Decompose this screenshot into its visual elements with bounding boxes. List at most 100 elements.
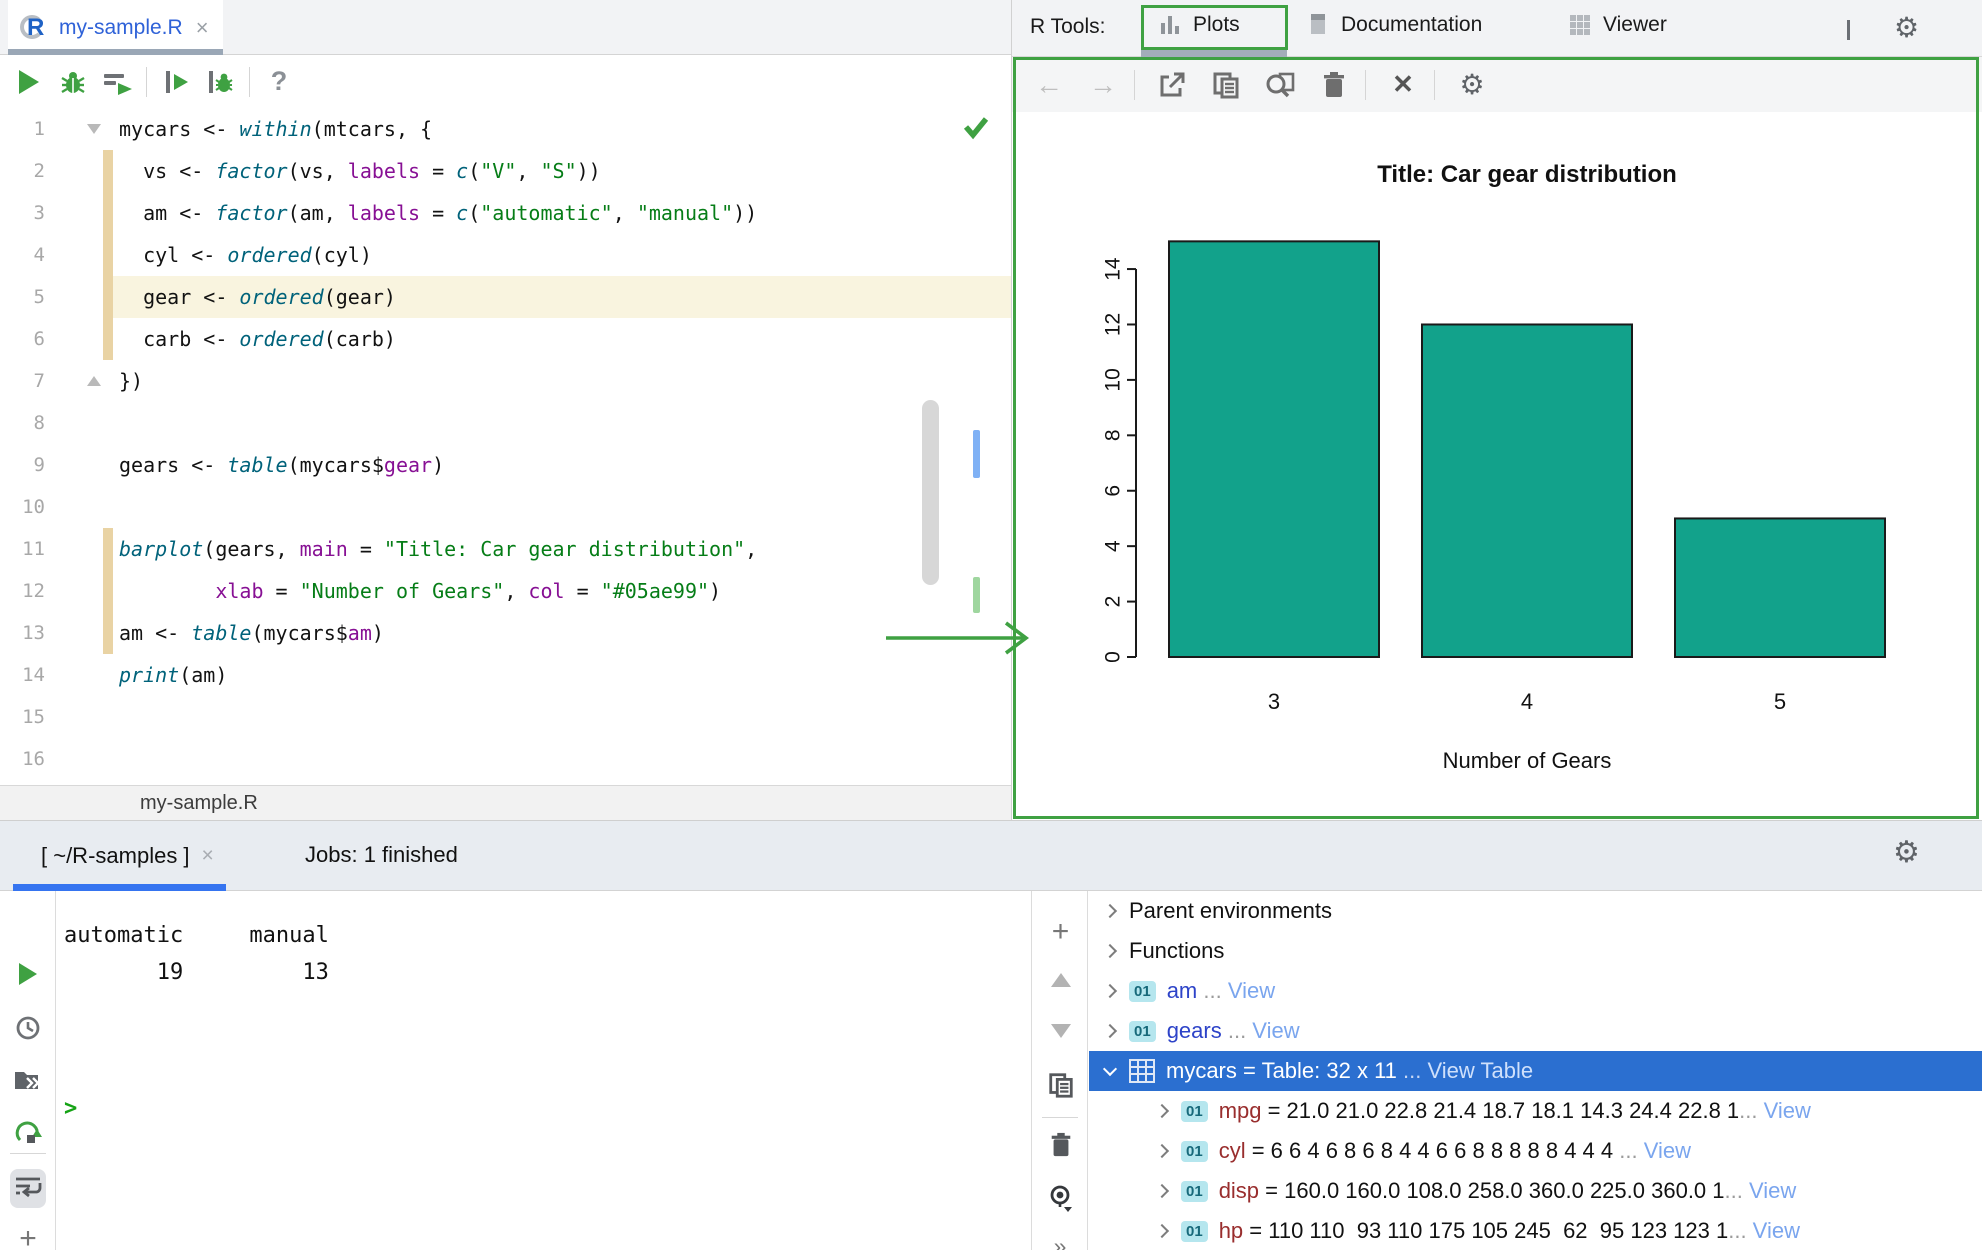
variable-name: mpg <box>1219 1098 1262 1124</box>
stripe-mark-info[interactable] <box>973 430 980 478</box>
copy-icon[interactable] <box>1209 68 1243 102</box>
code-editor[interactable]: 1mycars <- within(mtcars, {2 vs <- facto… <box>0 108 1011 785</box>
console-output-text: automatic manual 19 13 <box>64 917 329 991</box>
tab-documentation[interactable]: Documentation <box>1308 0 1482 50</box>
breadcrumb[interactable]: my-sample.R <box>0 785 1011 820</box>
numeric-type-icon: 01 <box>1129 1021 1156 1042</box>
gear-icon[interactable]: ⚙ <box>1893 839 1920 867</box>
svg-text:5: 5 <box>1774 689 1786 714</box>
trash-icon[interactable] <box>1317 68 1351 102</box>
debug-to-cursor-icon[interactable] <box>205 67 235 97</box>
chevron-collapsed-icon[interactable] <box>1155 1184 1169 1198</box>
breadcrumb-file[interactable]: my-sample.R <box>140 792 258 815</box>
soft-wrap-icon[interactable] <box>0 1169 56 1208</box>
console-output[interactable]: automatic manual 19 13 > <box>56 891 1030 1250</box>
zoom-preview-icon[interactable] <box>1263 68 1297 102</box>
fold-marker-icon[interactable] <box>87 376 101 386</box>
variables-row-mycars[interactable]: mycars = Table: 32 x 11 ... View Table <box>1089 1051 1982 1091</box>
run-icon[interactable] <box>14 67 44 97</box>
view-link[interactable]: View <box>1252 1018 1299 1044</box>
watch-eye-icon[interactable] <box>1033 1183 1088 1213</box>
chevron-expanded-icon[interactable] <box>1103 1062 1117 1076</box>
variables-row-cyl[interactable]: 01cyl = 6 6 4 6 8 6 8 4 4 6 6 8 8 8 8 8 … <box>1089 1131 1982 1171</box>
variable-name: am <box>1167 978 1198 1004</box>
fold-marker-icon[interactable] <box>87 124 101 134</box>
numeric-type-icon: 01 <box>1181 1181 1208 1202</box>
up-icon[interactable] <box>1033 973 1088 987</box>
tab-jobs[interactable]: Jobs: 1 finished <box>305 842 458 868</box>
variables-row-am[interactable]: 01am ... View <box>1089 971 1982 1011</box>
console-prompt: > <box>64 1096 77 1121</box>
view-link[interactable]: View <box>1764 1098 1811 1124</box>
code-line: 4 cyl <- ordered(cyl) <box>0 234 1011 276</box>
chevron-collapsed-icon[interactable] <box>1103 904 1117 918</box>
variables-row-hp[interactable]: 01hp = 110 110 93 110 175 105 245 62 95 … <box>1089 1211 1982 1250</box>
chevron-collapsed-icon[interactable] <box>1155 1224 1169 1238</box>
debug-icon[interactable] <box>58 67 88 97</box>
svg-text:0: 0 <box>1102 651 1125 663</box>
forward-icon[interactable]: → <box>1086 68 1120 102</box>
variables-row-parent-environments[interactable]: Parent environments <box>1089 891 1982 931</box>
bar-chart-icon <box>1158 13 1182 37</box>
view-link[interactable]: View <box>1644 1138 1691 1164</box>
chevron-collapsed-icon[interactable] <box>1155 1104 1169 1118</box>
add-icon[interactable]: + <box>0 1226 56 1250</box>
svg-text:Title: Car gear distribution: Title: Car gear distribution <box>1377 161 1677 188</box>
chevron-collapsed-icon[interactable] <box>1103 1024 1117 1038</box>
close-icon[interactable]: × <box>202 844 214 868</box>
add-icon[interactable]: + <box>1033 919 1088 945</box>
help-icon[interactable]: ? <box>264 67 294 97</box>
gear-icon[interactable]: ⚙ <box>1894 14 1919 42</box>
tab-plots[interactable]: Plots <box>1158 0 1240 50</box>
export-icon[interactable] <box>1155 68 1189 102</box>
stripe-mark-ok[interactable] <box>973 577 980 613</box>
history-clock-icon[interactable] <box>0 1014 56 1042</box>
chevron-collapsed-icon[interactable] <box>1155 1144 1169 1158</box>
inspection-ok-check-icon[interactable] <box>960 112 992 147</box>
close-icon[interactable]: × <box>196 15 209 41</box>
editor-scrollbar[interactable] <box>922 400 939 585</box>
view-link[interactable]: View Table <box>1427 1058 1533 1084</box>
run-selection-icon[interactable] <box>102 67 132 97</box>
rerun-icon[interactable] <box>0 1119 56 1149</box>
toolbar-separator <box>1134 70 1135 100</box>
svg-text:2: 2 <box>1102 596 1125 608</box>
variables-row-disp[interactable]: 01disp = 160.0 160.0 108.0 258.0 360.0 2… <box>1089 1171 1982 1211</box>
variables-row-mpg[interactable]: 01mpg = 21.0 21.0 22.8 21.4 18.7 18.1 14… <box>1089 1091 1982 1131</box>
plots-tab-underline <box>1141 50 1287 57</box>
variable-name: Parent environments <box>1129 898 1332 924</box>
variables-row-functions[interactable]: Functions <box>1089 931 1982 971</box>
down-icon[interactable] <box>1033 1024 1088 1038</box>
code-line: 2 vs <- factor(vs, labels = c("V", "S")) <box>0 150 1011 192</box>
tab-viewer[interactable]: Viewer <box>1568 0 1667 50</box>
trash-icon[interactable] <box>1033 1131 1088 1159</box>
chevron-down-icon[interactable] <box>1847 20 1850 38</box>
console-tab[interactable]: [ ~/R-samples ] × <box>13 821 226 891</box>
chevron-collapsed-icon[interactable] <box>1103 984 1117 998</box>
chevron-collapsed-icon[interactable] <box>1103 944 1117 958</box>
console-header: [ ~/R-samples ] × Jobs: 1 finished ⚙ <box>0 821 1982 891</box>
view-link[interactable]: View <box>1753 1218 1800 1244</box>
svg-text:14: 14 <box>1102 257 1125 281</box>
variable-name: disp <box>1219 1178 1259 1204</box>
variable-value: = 6 6 4 6 8 6 8 4 4 6 6 8 8 8 8 8 4 4 4 <box>1246 1138 1620 1164</box>
back-icon[interactable]: ← <box>1032 68 1066 102</box>
view-link[interactable]: View <box>1749 1178 1796 1204</box>
editor-tab-bar: R my-sample.R × <box>0 0 1011 55</box>
run-icon[interactable] <box>0 963 56 985</box>
numeric-type-icon: 01 <box>1181 1101 1208 1122</box>
numeric-type-icon: 01 <box>1129 981 1156 1002</box>
run-to-cursor-icon[interactable] <box>161 67 191 97</box>
gear-icon[interactable]: ⚙ <box>1455 68 1489 102</box>
numeric-type-icon: 01 <box>1181 1221 1208 1242</box>
close-icon[interactable]: ✕ <box>1386 68 1420 102</box>
editor-toolbar: ? <box>0 55 1011 108</box>
variables-row-gears[interactable]: 01gears ... View <box>1089 1011 1982 1051</box>
code-line: 13am <- table(mycars$am) <box>0 612 1011 654</box>
editor-tab-my-sample[interactable]: R my-sample.R × <box>8 0 223 55</box>
view-link[interactable]: View <box>1228 978 1275 1004</box>
variable-name: cyl <box>1219 1138 1246 1164</box>
more-chevrons-icon[interactable]: » <box>1033 1233 1088 1250</box>
working-directory-icon[interactable] <box>0 1067 56 1093</box>
copy-icon[interactable] <box>1033 1071 1088 1099</box>
